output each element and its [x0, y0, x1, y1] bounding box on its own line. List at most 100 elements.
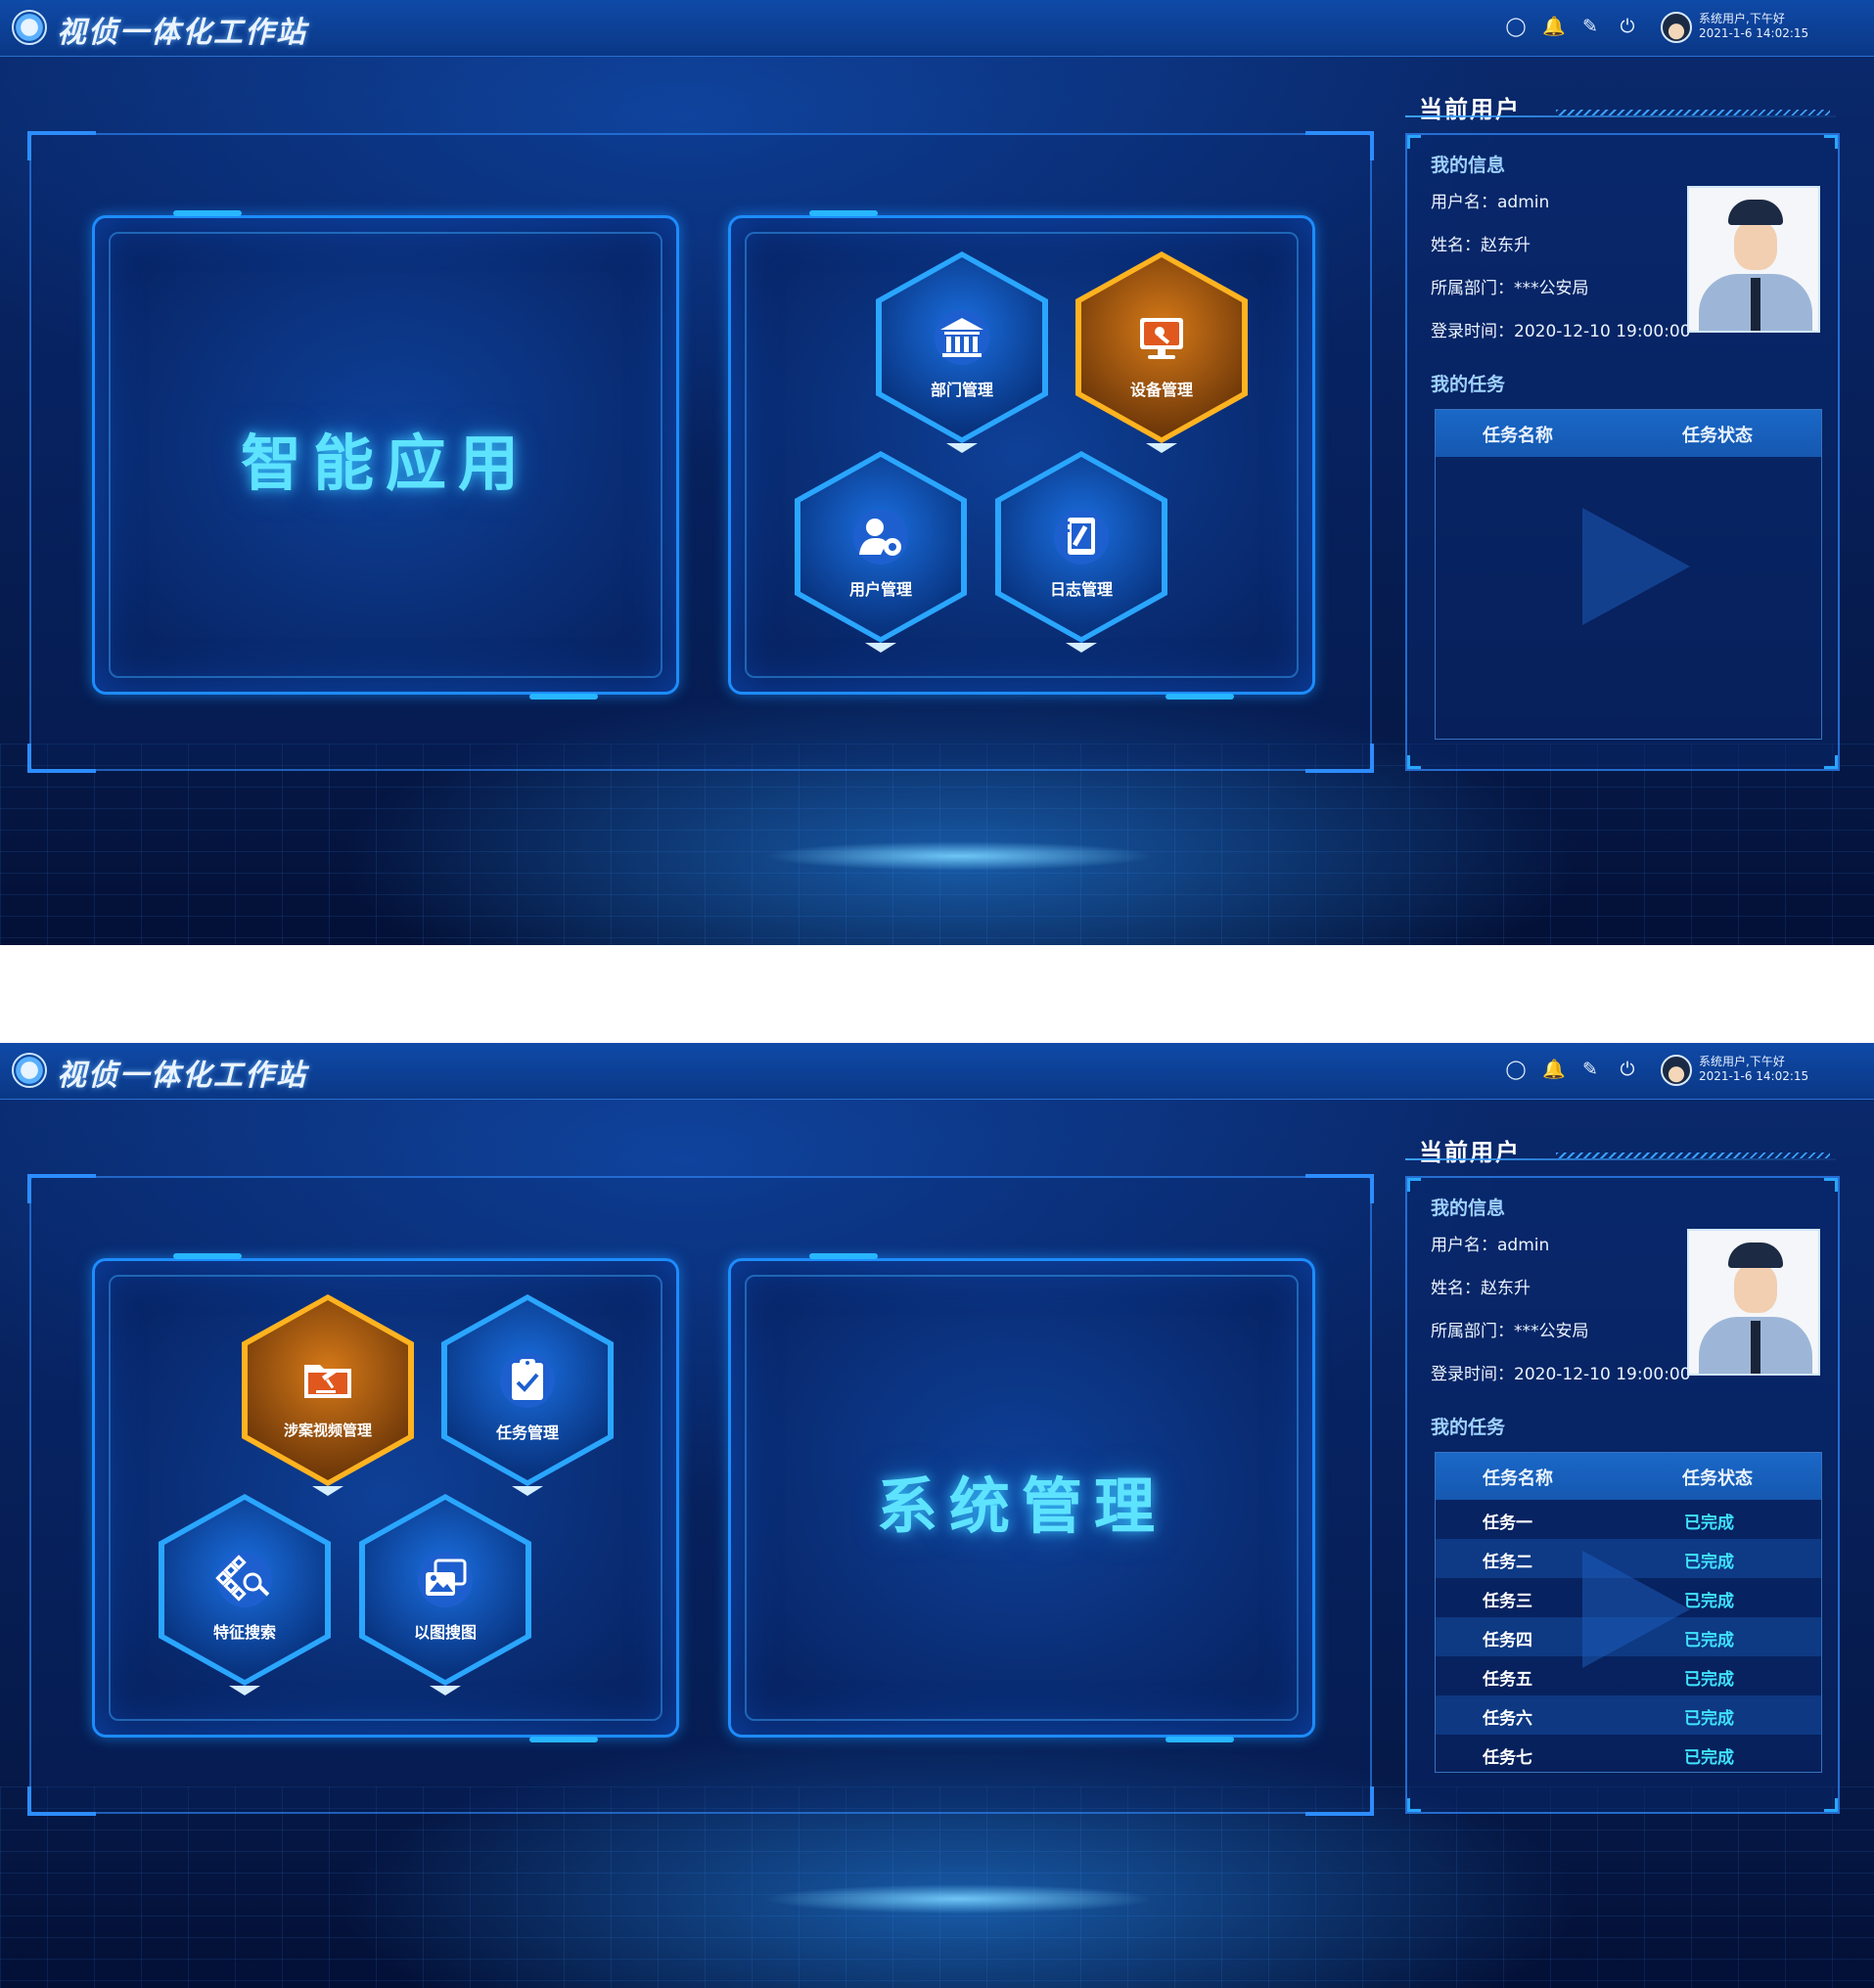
tile-log[interactable]: 日志管理: [995, 451, 1167, 653]
task-status: 已完成: [1684, 1514, 1734, 1533]
task-status: 已完成: [1684, 1709, 1734, 1729]
corner-bl: [27, 1786, 96, 1816]
login-time: 登录时间：2020-12-10 19:00:00: [1431, 1365, 1691, 1384]
power-icon[interactable]: ⏻: [1617, 16, 1638, 37]
task-name: 任务四: [1483, 1631, 1532, 1650]
task-status: 已完成: [1684, 1748, 1734, 1768]
wrench-screen-icon: [1140, 318, 1183, 359]
folder-gavel-icon: [304, 1365, 351, 1398]
greeting-text: 系统用户,下午好: [1699, 12, 1785, 25]
panel-title: 系统管理: [876, 1470, 1166, 1542]
tile-label: 以图搜图: [413, 1623, 477, 1642]
tile-label: 用户管理: [848, 580, 912, 599]
panel-accent: [173, 1253, 242, 1259]
corner-bl: [27, 744, 96, 773]
my-info-title: 我的信息: [1431, 155, 1506, 176]
main-frame: 智能应用 部门管理 设备管理 用户管理 日志管理: [27, 131, 1374, 773]
user-photo: [1687, 1229, 1820, 1376]
table-row[interactable]: 任务六 已完成: [1436, 1695, 1821, 1735]
building-icon: [935, 310, 989, 365]
my-info-title: 我的信息: [1431, 1197, 1506, 1219]
avatar[interactable]: [1661, 12, 1692, 43]
screen-smart-apps: 视侦一体化工作站 ◯ 🔔 ✎ ⏻ 系统用户,下午好 2021-1-6 14:02…: [0, 0, 1874, 945]
table-row[interactable]: 任务二 已完成: [1436, 1539, 1821, 1578]
panel-accent: [809, 1253, 878, 1259]
current-user-panel: 我的信息 用户名：admin 姓名：赵东升 所属部门：***公安局 登录时间：2…: [1405, 133, 1840, 771]
floor-glow: [763, 841, 1155, 871]
edit-icon[interactable]: ✎: [1579, 16, 1601, 37]
app-title: 视侦一体化工作站: [57, 1059, 307, 1093]
table-row[interactable]: 任务三 已完成: [1436, 1578, 1821, 1617]
title-underline: [1405, 115, 1836, 117]
table-row[interactable]: 任务四 已完成: [1436, 1617, 1821, 1656]
col-task-name: 任务名称: [1483, 426, 1553, 446]
tile-user[interactable]: 用户管理: [795, 451, 967, 653]
user-circle-icon[interactable]: ◯: [1505, 16, 1527, 37]
tile-label: 设备管理: [1129, 381, 1193, 399]
user-circle-icon[interactable]: ◯: [1505, 1059, 1527, 1080]
task-table: 任务名称 任务状态: [1435, 409, 1822, 740]
panel-accent: [1166, 1737, 1234, 1742]
panel-accent: [529, 1737, 598, 1742]
greeting-text: 系统用户,下午好: [1699, 1055, 1785, 1068]
power-icon[interactable]: ⏻: [1617, 1059, 1638, 1080]
hex-tip: [430, 1686, 461, 1695]
table-row[interactable]: 任务七 已完成: [1436, 1735, 1821, 1774]
datetime: 2021-1-6 14:02:15: [1699, 26, 1809, 40]
panel-smart-apps[interactable]: 智能应用: [92, 210, 679, 700]
tile-case-video[interactable]: 涉案视频管理: [242, 1294, 414, 1496]
task-name: 任务二: [1483, 1553, 1532, 1572]
login-time: 登录时间：2020-12-10 19:00:00: [1431, 322, 1691, 341]
username: 用户名：admin: [1431, 193, 1550, 212]
hex-tip: [865, 643, 896, 653]
corner-tr: [1305, 1174, 1374, 1203]
corner-tl: [27, 1174, 96, 1203]
corner-br: [1305, 744, 1374, 773]
empty-watermark: [1582, 508, 1690, 625]
hex-tip: [1066, 643, 1097, 653]
tile-label: 部门管理: [930, 381, 993, 399]
tile-image-search[interactable]: 以图搜图: [359, 1494, 531, 1695]
my-tasks-title: 我的任务: [1431, 374, 1506, 395]
task-status: 已完成: [1684, 1670, 1734, 1690]
corner-tr: [1305, 131, 1374, 160]
bell-icon[interactable]: 🔔: [1542, 1059, 1566, 1080]
department: 所属部门：***公安局: [1431, 1322, 1589, 1341]
table-row[interactable]: 任务五 已完成: [1436, 1656, 1821, 1695]
panel-system-mgmt[interactable]: 系统管理: [728, 1253, 1315, 1742]
panel-accent: [173, 210, 242, 216]
panel-accent: [1166, 694, 1234, 700]
col-task-status: 任务状态: [1682, 426, 1753, 446]
col-task-name: 任务名称: [1483, 1468, 1553, 1489]
title-underline: [1405, 1158, 1836, 1160]
edit-icon[interactable]: ✎: [1579, 1059, 1601, 1080]
image-stack-icon: [418, 1553, 473, 1607]
tile-department[interactable]: 部门管理: [876, 251, 1048, 453]
top-bar: 视侦一体化工作站 ◯ 🔔 ✎ ⏻ 系统用户,下午好 2021-1-6 14:02…: [0, 1043, 1874, 1100]
table-row[interactable]: 任务一 已完成: [1436, 1500, 1821, 1539]
clipboard-check-icon: [500, 1353, 555, 1408]
side-title: 当前用户: [1419, 1139, 1521, 1166]
tile-feature-search[interactable]: 特征搜索: [159, 1494, 331, 1695]
task-name: 任务六: [1483, 1709, 1532, 1729]
app-title: 视侦一体化工作站: [57, 16, 307, 50]
task-table-header: 任务名称 任务状态: [1436, 1453, 1821, 1500]
avatar[interactable]: [1661, 1055, 1692, 1086]
tile-device[interactable]: 设备管理: [1075, 251, 1248, 453]
user-gear-icon: [853, 510, 908, 565]
top-bar: 视侦一体化工作站 ◯ 🔔 ✎ ⏻ 系统用户,下午好 2021-1-6 14:02…: [0, 0, 1874, 57]
task-name: 任务一: [1483, 1514, 1532, 1533]
tile-task[interactable]: 任务管理: [441, 1294, 614, 1496]
user-photo: [1687, 186, 1820, 333]
task-status: 已完成: [1684, 1553, 1734, 1572]
col-task-status: 任务状态: [1682, 1468, 1753, 1489]
task-table-header: 任务名称 任务状态: [1436, 410, 1821, 457]
department: 所属部门：***公安局: [1431, 279, 1589, 298]
hex-tip: [229, 1686, 260, 1695]
tile-label: 日志管理: [1049, 580, 1113, 599]
current-user-panel: 我的信息 用户名：admin 姓名：赵东升 所属部门：***公安局 登录时间：2…: [1405, 1176, 1840, 1814]
bell-icon[interactable]: 🔔: [1542, 16, 1566, 37]
username: 用户名：admin: [1431, 1236, 1550, 1255]
corner-br: [1305, 1786, 1374, 1816]
grid-search-icon: [215, 1553, 272, 1607]
